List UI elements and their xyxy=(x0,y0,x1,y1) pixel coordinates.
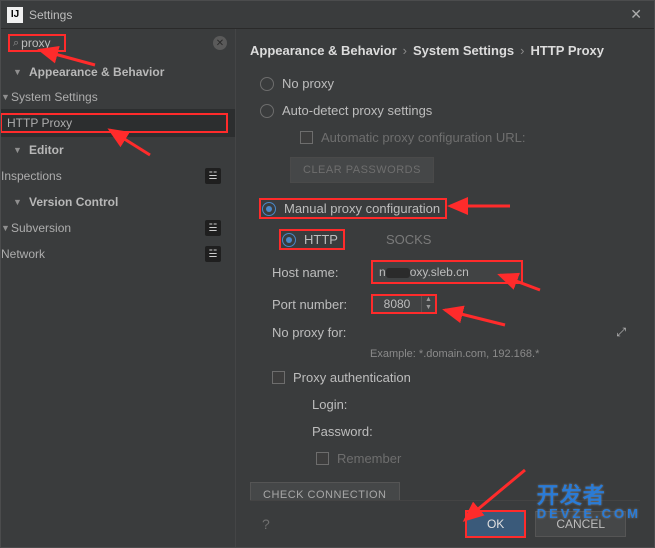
password-label: Password: xyxy=(312,424,402,439)
clear-passwords-button: CLEAR PASSWORDS xyxy=(290,157,434,183)
titlebar: IJ Settings ✕ xyxy=(1,1,654,29)
app-icon: IJ xyxy=(7,7,23,23)
noproxy-label: No proxy for: xyxy=(272,325,346,340)
chevron-down-icon: ▼ xyxy=(1,92,11,102)
chk-proxy-auth[interactable]: Proxy authentication xyxy=(250,364,640,391)
step-up-icon[interactable]: ▲ xyxy=(422,296,435,304)
search-icon: ⌕ xyxy=(13,37,19,50)
sidebar-item-version-control[interactable]: ▼Version Control xyxy=(1,189,235,215)
step-down-icon[interactable]: ▼ xyxy=(422,304,435,312)
sidebar: ⌕ ✕ ▼Appearance & Behavior ▼System Setti… xyxy=(1,29,236,547)
radio-socks[interactable]: SOCKS xyxy=(364,232,432,247)
search-input[interactable] xyxy=(21,36,61,50)
expand-icon[interactable]: ⤢ xyxy=(616,325,626,340)
profile-icon: ☱ xyxy=(205,220,221,236)
clear-search-icon[interactable]: ✕ xyxy=(213,36,227,50)
port-input[interactable]: ▲▼ xyxy=(372,295,436,313)
settings-tree: ▼Appearance & Behavior ▼System Settings … xyxy=(1,55,235,547)
chevron-down-icon: ▼ xyxy=(13,67,23,77)
radio-http[interactable]: HTTP xyxy=(280,230,344,249)
sidebar-item-subversion[interactable]: ▼Subversion☱ xyxy=(1,215,235,241)
ok-button[interactable]: OK xyxy=(466,511,525,537)
sidebar-item-inspections[interactable]: Inspections☱ xyxy=(1,163,235,189)
chk-remember: Remember xyxy=(306,445,640,472)
radio-auto-detect[interactable]: Auto-detect proxy settings xyxy=(250,97,640,124)
radio-manual[interactable]: Manual proxy configuration xyxy=(250,193,640,224)
help-icon[interactable]: ? xyxy=(260,516,270,532)
host-input[interactable]: noxy.sleb.cn xyxy=(372,261,522,283)
sidebar-item-network[interactable]: Network☱ xyxy=(1,241,235,267)
watermark: 开发者 DEVZE.COM xyxy=(537,485,641,520)
host-label: Host name: xyxy=(272,265,362,280)
sidebar-item-http-proxy[interactable]: HTTP Proxy xyxy=(1,109,235,137)
breadcrumb: Appearance & Behavior›System Settings›HT… xyxy=(250,39,640,70)
check-connection-button[interactable]: CHECK CONNECTION xyxy=(250,482,400,500)
sidebar-item-editor[interactable]: ▼Editor xyxy=(1,137,235,163)
profile-icon: ☱ xyxy=(205,246,221,262)
chk-auto-url: Automatic proxy configuration URL: xyxy=(290,124,640,151)
chevron-down-icon: ▼ xyxy=(13,197,23,207)
radio-no-proxy[interactable]: No proxy xyxy=(250,70,640,97)
window-title: Settings xyxy=(29,8,624,22)
sidebar-item-appearance[interactable]: ▼Appearance & Behavior xyxy=(1,59,235,85)
sidebar-item-system-settings[interactable]: ▼System Settings xyxy=(1,85,235,109)
chevron-down-icon: ▼ xyxy=(13,145,23,155)
noproxy-example: Example: *.domain.com, 192.168.* xyxy=(250,346,640,364)
profile-icon: ☱ xyxy=(205,168,221,184)
main-panel: Appearance & Behavior›System Settings›HT… xyxy=(236,29,654,547)
port-label: Port number: xyxy=(272,297,362,312)
close-icon[interactable]: ✕ xyxy=(624,6,648,23)
chevron-down-icon: ▼ xyxy=(1,223,11,233)
login-label: Login: xyxy=(312,397,402,412)
